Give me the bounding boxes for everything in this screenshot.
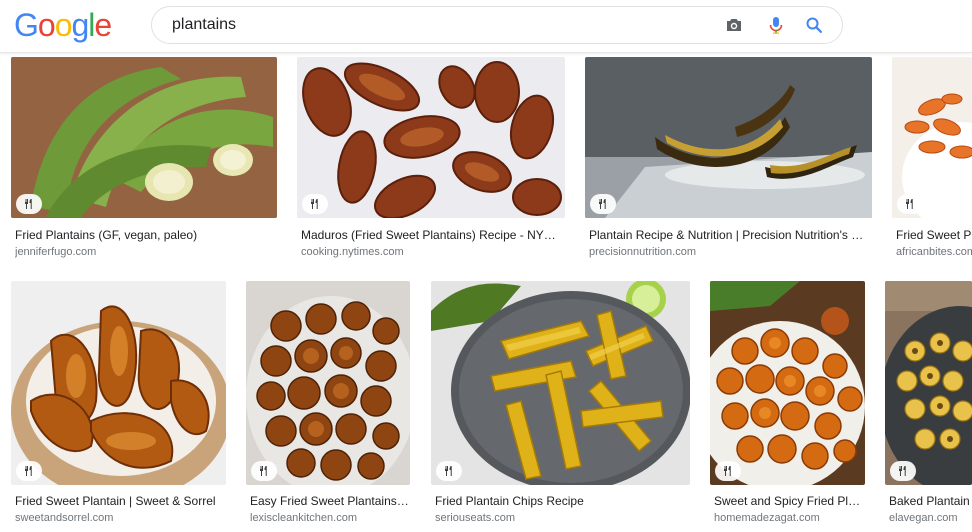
result-title[interactable]: Fried Sweet Plantain | Sweet & Sorrel — [15, 494, 226, 508]
result-thumbnail[interactable] — [11, 57, 277, 218]
result-domain[interactable]: africanbites.com — [896, 246, 972, 258]
result-thumbnail[interactable] — [431, 281, 690, 485]
recipe-icon — [897, 194, 923, 214]
result-title[interactable]: Fried Plantain Chips Recipe — [435, 494, 690, 508]
recipe-icon — [302, 194, 328, 214]
result-thumbnail[interactable] — [892, 57, 972, 218]
result-domain[interactable]: precisionnutrition.com — [589, 246, 872, 258]
result-domain[interactable]: jenniferfugo.com — [15, 246, 277, 258]
result-thumbnail[interactable] — [585, 57, 872, 218]
top-bar: Google — [0, 0, 972, 53]
result-domain[interactable]: cooking.nytimes.com — [301, 246, 565, 258]
camera-icon[interactable] — [724, 15, 744, 35]
google-logo[interactable]: Google — [14, 5, 112, 45]
result-title[interactable]: Fried Plantains (GF, vegan, paleo) — [15, 228, 277, 242]
result-title[interactable]: Fried Sweet P — [896, 228, 972, 242]
result-tile[interactable]: Easy Fried Sweet Plantains… lexiscleanki… — [246, 281, 410, 527]
result-domain[interactable]: lexiscleankitchen.com — [250, 512, 410, 524]
result-title[interactable]: Sweet and Spicy Fried Pl… — [714, 494, 865, 508]
recipe-icon — [890, 461, 916, 481]
recipe-icon — [436, 461, 462, 481]
microphone-icon[interactable] — [766, 15, 786, 35]
result-tile[interactable]: Plantain Recipe & Nutrition | Precision … — [585, 57, 872, 260]
result-domain[interactable]: sweetandsorrel.com — [15, 512, 226, 524]
result-title[interactable]: Maduros (Fried Sweet Plantains) Recipe -… — [301, 228, 565, 242]
result-thumbnail[interactable] — [11, 281, 226, 485]
result-domain[interactable]: elavegan.com — [889, 512, 972, 524]
search-icon[interactable] — [804, 15, 824, 35]
result-thumbnail[interactable] — [710, 281, 865, 485]
result-thumbnail[interactable] — [885, 281, 972, 485]
result-tile[interactable]: Fried Plantains (GF, vegan, paleo) jenni… — [11, 57, 277, 260]
recipe-icon — [590, 194, 616, 214]
result-tile[interactable]: Fried Plantain Chips Recipe seriouseats.… — [431, 281, 690, 527]
result-domain[interactable]: seriouseats.com — [435, 512, 690, 524]
result-tile[interactable]: Maduros (Fried Sweet Plantains) Recipe -… — [297, 57, 565, 260]
result-tile[interactable]: Sweet and Spicy Fried Pl… homemadezagat.… — [710, 281, 865, 527]
recipe-icon — [715, 461, 741, 481]
recipe-icon — [251, 461, 277, 481]
result-tile[interactable]: Baked Plantain elavegan.com — [885, 281, 972, 527]
result-title[interactable]: Easy Fried Sweet Plantains… — [250, 494, 410, 508]
search-box[interactable] — [151, 6, 843, 44]
result-tile[interactable]: Fried Sweet P africanbites.com — [892, 57, 972, 260]
search-input[interactable] — [172, 7, 692, 43]
recipe-icon — [16, 461, 42, 481]
result-title[interactable]: Baked Plantain — [889, 494, 972, 508]
result-title[interactable]: Plantain Recipe & Nutrition | Precision … — [589, 228, 872, 242]
result-domain[interactable]: homemadezagat.com — [714, 512, 865, 524]
recipe-icon — [16, 194, 42, 214]
result-thumbnail[interactable] — [297, 57, 565, 218]
result-thumbnail[interactable] — [246, 281, 410, 485]
result-tile[interactable]: Fried Sweet Plantain | Sweet & Sorrel sw… — [11, 281, 226, 527]
